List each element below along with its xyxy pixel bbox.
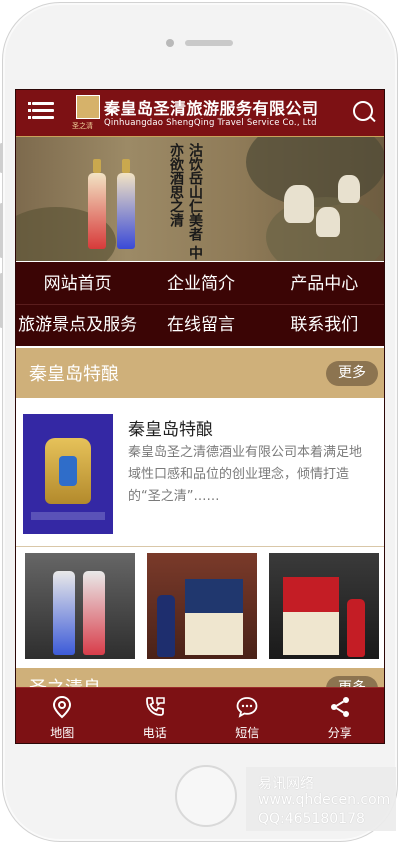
footer-sms-button[interactable]: 短信 [201, 688, 294, 743]
home-button[interactable] [175, 765, 237, 827]
product-gallery [16, 547, 384, 667]
company-name: 秦皇岛圣清旅游服务有限公司 [104, 99, 319, 118]
volume-down-button [0, 273, 3, 328]
section-header: 秦皇岛特酿 更多 [16, 348, 384, 398]
search-icon[interactable] [353, 101, 373, 121]
nav-message[interactable]: 在线留言 [139, 305, 262, 345]
watermark-url: www.qhdecen.com [258, 792, 391, 808]
message-icon [236, 697, 258, 718]
earpiece-speaker [185, 40, 233, 46]
banner-poem: 沽饮岳山仁美者 中亦欲酒思之清 [168, 143, 203, 260]
nav-products[interactable]: 产品中心 [263, 264, 384, 304]
main-navigation: 网站首页 企业简介 产品中心 旅游景点及服务 在线留言 联系我们 [16, 262, 384, 346]
product-title[interactable]: 秦皇岛特酿 [128, 415, 213, 440]
footer-phone-button[interactable]: 电话 [109, 688, 202, 743]
company-name-en: Qinhuangdao ShengQing Travel Service Co.… [104, 118, 317, 128]
footer-share-label: 分享 [327, 726, 352, 740]
phone-screen: 圣之清 秦皇岛圣清旅游服务有限公司 Qinhuangdao ShengQing … [15, 89, 385, 744]
front-camera [166, 39, 174, 47]
phone-icon [145, 697, 165, 716]
product-image[interactable] [23, 414, 113, 534]
gallery-image[interactable] [147, 553, 257, 659]
banner-bottle-red [88, 159, 106, 249]
footer-phone-label: 电话 [142, 726, 167, 740]
volume-up-button [0, 203, 3, 258]
product-card[interactable]: 秦皇岛特酿 秦皇岛圣之清德酒业有限公司本着满足地域性口感和品位的创业理念，倾情打… [16, 398, 384, 547]
footer-sms-label: 短信 [235, 726, 260, 740]
map-pin-icon [53, 695, 72, 719]
logo-subtitle: 圣之清 [72, 122, 93, 130]
nav-contact[interactable]: 联系我们 [263, 305, 384, 345]
menu-icon[interactable] [28, 102, 54, 122]
watermark-qq: QQ:465180178 [258, 811, 365, 827]
footer-map-button[interactable]: 地图 [16, 688, 109, 743]
watermark: 易讯网络 www.qhdecen.com QQ:465180178 [246, 767, 396, 831]
share-icon [330, 697, 349, 717]
bottom-toolbar: 地图 电话 短信 分享 [16, 687, 385, 743]
nav-home[interactable]: 网站首页 [16, 264, 139, 304]
section-title: 秦皇岛特酿 [29, 364, 119, 385]
footer-share-button[interactable]: 分享 [294, 688, 385, 743]
nav-about[interactable]: 企业简介 [139, 264, 262, 304]
company-logo [76, 95, 100, 119]
hero-banner[interactable]: 沽饮岳山仁美者 中亦欲酒思之清 [16, 137, 384, 261]
footer-map-label: 地图 [50, 726, 75, 740]
more-button[interactable]: 更多 [326, 361, 378, 386]
site-header: 圣之清 秦皇岛圣清旅游服务有限公司 Qinhuangdao ShengQing … [16, 90, 384, 137]
section-header-2: 圣之清良 更多 [16, 668, 384, 701]
mute-switch [0, 143, 3, 173]
gallery-image[interactable] [269, 553, 379, 659]
banner-bottle-blue [117, 159, 135, 249]
product-description: 秦皇岛圣之清德酒业有限公司本着满足地域性口感和品位的创业理念，倾情打造的“圣之清… [128, 445, 363, 504]
nav-tourism[interactable]: 旅游景点及服务 [16, 305, 139, 345]
gallery-image[interactable] [25, 553, 135, 659]
watermark-brand: 易讯网络 [258, 776, 314, 792]
